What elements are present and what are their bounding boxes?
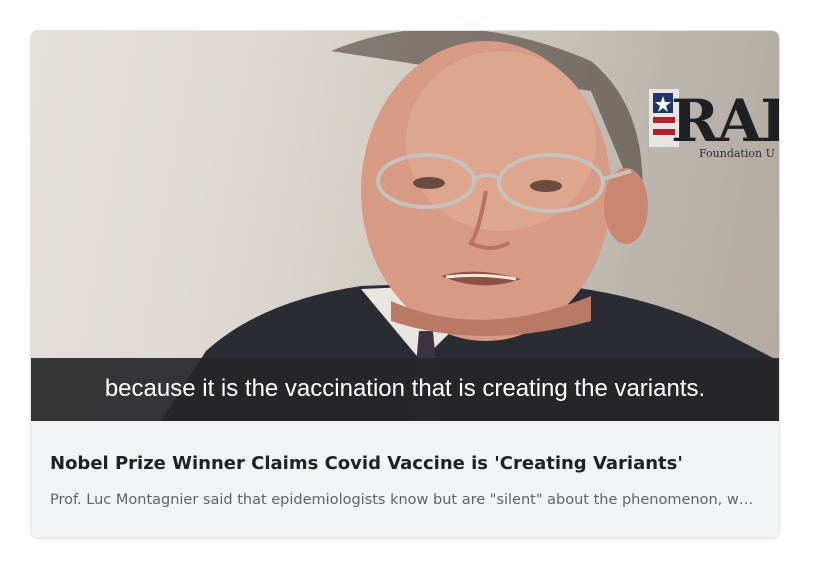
video-subtitle: because it is the vaccination that is cr… xyxy=(104,375,706,402)
article-text: Nobel Prize Winner Claims Covid Vaccine … xyxy=(31,421,779,538)
article-title[interactable]: Nobel Prize Winner Claims Covid Vaccine … xyxy=(50,451,762,477)
article-thumbnail[interactable]: RAIF Foundation U because it is the vacc… xyxy=(31,31,779,421)
article-card[interactable]: RAIF Foundation U because it is the vacc… xyxy=(30,30,780,539)
logo-wordmark: RAIF xyxy=(671,87,779,155)
logo-subtext: Foundation U xyxy=(699,147,775,160)
video-subtitle-band: because it is the vaccination that is cr… xyxy=(31,358,779,421)
article-snippet: Prof. Luc Montagnier said that epidemiol… xyxy=(50,492,762,508)
raif-logo: RAIF Foundation U xyxy=(649,89,779,169)
